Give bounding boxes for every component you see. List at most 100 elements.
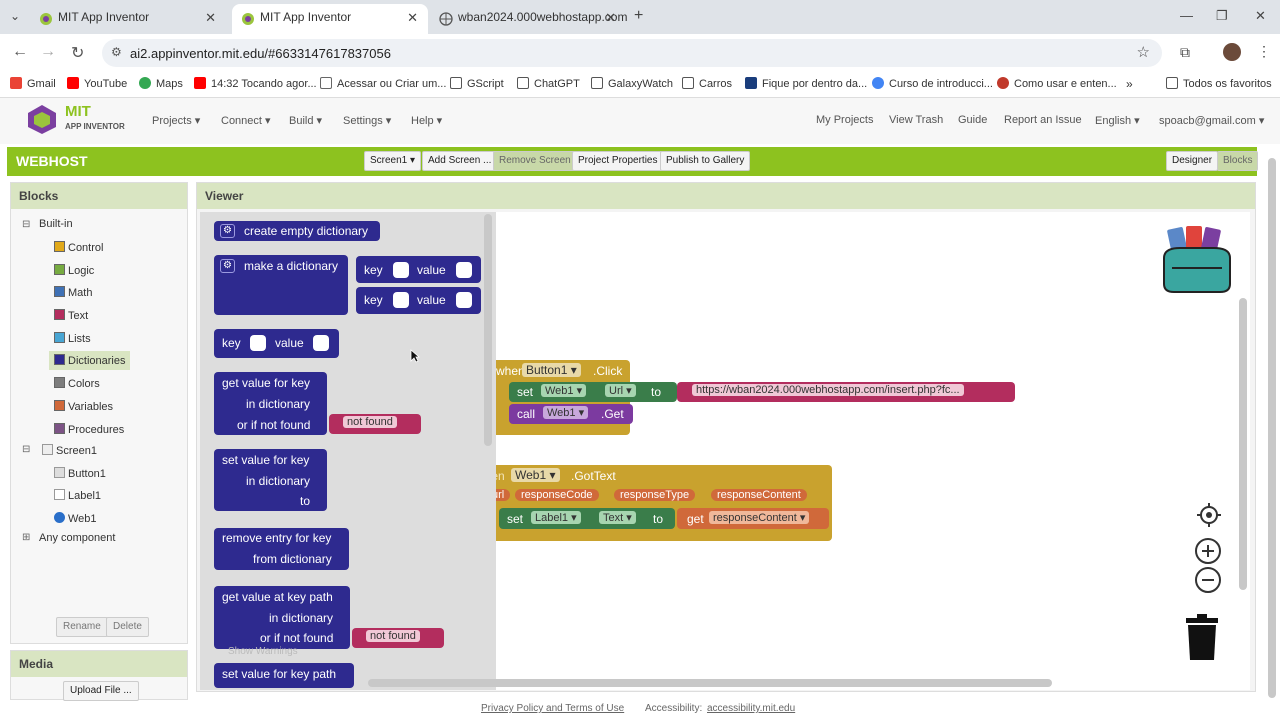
project-properties-button[interactable]: Project Properties (572, 151, 664, 171)
more-bookmarks-icon[interactable]: » (1126, 77, 1133, 91)
tree-label1[interactable]: Label1 (54, 489, 101, 502)
key-input-socket[interactable] (250, 335, 266, 351)
param-response-type[interactable]: responseType (614, 489, 696, 501)
url-property-dropdown[interactable]: Url ▾ (605, 384, 636, 397)
key-input-socket[interactable] (393, 262, 409, 278)
tree-item-logic[interactable]: Logic (54, 264, 94, 277)
remove-screen-button[interactable]: Remove Screen (493, 151, 577, 171)
collapse-toggle-icon[interactable]: ⊟ (22, 444, 30, 455)
workspace-vertical-scrollbar[interactable] (1239, 298, 1247, 590)
web1-dropdown[interactable]: Web1 ▾ (541, 384, 587, 397)
tab-2[interactable]: MIT App Inventor ✕ (232, 4, 428, 34)
tree-any-component[interactable]: Any component (39, 532, 115, 544)
tree-item-procedures[interactable]: Procedures (54, 423, 124, 436)
tree-item-text[interactable]: Text (54, 309, 88, 322)
menu-help[interactable]: Help ▾ (411, 114, 442, 127)
set-label1-text-block[interactable] (499, 508, 675, 529)
tree-item-dictionaries[interactable]: Dictionaries (49, 351, 131, 370)
menu-connect[interactable]: Connect ▾ (221, 114, 271, 127)
text-property-dropdown[interactable]: Text ▾ (599, 511, 636, 524)
recenter-icon[interactable] (1196, 502, 1222, 528)
add-screen-button[interactable]: Add Screen ... (422, 151, 498, 171)
tree-screen1[interactable]: Screen1 (42, 444, 97, 457)
tree-button1[interactable]: Button1 (54, 467, 106, 480)
all-bookmarks[interactable]: Todos os favoritos (1166, 77, 1272, 90)
screen-select[interactable]: Screen1 ▾ (364, 151, 422, 171)
delete-button[interactable]: Delete (106, 617, 149, 637)
tree-item-colors[interactable]: Colors (54, 377, 100, 390)
designer-button[interactable]: Designer (1166, 151, 1219, 171)
button1-dropdown[interactable]: Button1 ▾ (522, 363, 581, 377)
close-tab-icon[interactable]: ✕ (205, 4, 216, 31)
account-menu[interactable]: spoacb@gmail.com ▾ (1159, 114, 1264, 127)
new-tab-icon[interactable]: + (634, 7, 643, 25)
profile-avatar[interactable] (1223, 43, 1241, 61)
flyout-scrollbar[interactable] (484, 214, 492, 446)
back-icon[interactable]: ← (12, 43, 28, 61)
page-scrollbar[interactable] (1268, 158, 1276, 698)
tree-builtin[interactable]: Built-in (39, 218, 73, 230)
link-view-trash[interactable]: View Trash (889, 114, 943, 126)
not-found-text-value[interactable]: not found (343, 416, 397, 428)
accessibility-link[interactable]: accessibility.mit.edu (707, 703, 795, 714)
tab-1[interactable]: MIT App Inventor ✕ (30, 4, 226, 34)
tree-item-math[interactable]: Math (54, 286, 92, 299)
bookmark-google[interactable]: Curso de introducci... (872, 77, 993, 90)
menu-projects[interactable]: Projects ▾ (152, 114, 200, 127)
bookmark-youtube[interactable]: YouTube (67, 77, 127, 90)
site-info-icon[interactable]: ⚙ (111, 45, 122, 59)
expand-toggle-icon[interactable]: ⊞ (22, 532, 30, 543)
publish-gallery-button[interactable]: Publish to Gallery (660, 151, 751, 171)
value-input-socket[interactable] (456, 292, 472, 308)
language-select[interactable]: English ▾ (1095, 114, 1140, 127)
backpack-icon[interactable] (1160, 224, 1234, 294)
zoom-out-icon[interactable] (1194, 566, 1222, 594)
gear-icon[interactable]: ⚙ (220, 259, 235, 273)
reload-icon[interactable]: ↻ (71, 43, 84, 63)
web1-event-dropdown[interactable]: Web1 ▾ (511, 468, 560, 482)
omnibox[interactable]: ⚙ ai2.appinventor.mit.edu/#6633147617837… (102, 39, 1162, 67)
more-menu-icon[interactable]: ⋮ (1257, 43, 1271, 60)
rename-button[interactable]: Rename (56, 617, 108, 637)
show-warnings-button[interactable]: Show Warnings (228, 646, 298, 657)
restore-icon[interactable]: ❐ (1216, 8, 1228, 24)
bookmark-folder-galaxywatch[interactable]: GalaxyWatch (591, 77, 673, 90)
trash-icon[interactable] (1184, 614, 1220, 662)
tab-3[interactable]: wban2024.000webhostapp.com ✕ (430, 4, 627, 34)
key-input-socket[interactable] (393, 292, 409, 308)
bookmark-como-usar[interactable]: Como usar e enten... (997, 77, 1117, 90)
close-tab-icon[interactable]: ✕ (407, 4, 418, 31)
tree-item-lists[interactable]: Lists (54, 332, 91, 345)
tree-item-control[interactable]: Control (54, 241, 103, 254)
extensions-icon[interactable]: ⧉ (1180, 44, 1190, 61)
collapse-toggle-icon[interactable]: ⊟ (22, 219, 30, 230)
link-my-projects[interactable]: My Projects (816, 114, 873, 126)
bookmark-folder-carros[interactable]: Carros (682, 77, 732, 90)
bookmark-maps[interactable]: Maps (139, 77, 183, 90)
gear-icon[interactable]: ⚙ (220, 224, 235, 238)
bookmark-news[interactable]: Fique por dentro da... (745, 77, 867, 90)
zoom-in-icon[interactable] (1194, 537, 1222, 565)
value-input-socket[interactable] (456, 262, 472, 278)
not-found-text-value[interactable]: not found (366, 630, 420, 642)
link-guide[interactable]: Guide (958, 114, 987, 126)
bookmark-star-icon[interactable]: ☆ (1137, 43, 1150, 61)
tree-item-variables[interactable]: Variables (54, 400, 113, 413)
bookmark-folder-gscript[interactable]: GScript (450, 77, 504, 90)
blocks-button[interactable]: Blocks (1217, 151, 1259, 171)
close-window-icon[interactable]: ✕ (1255, 8, 1266, 24)
link-report-issue[interactable]: Report an Issue (1004, 114, 1082, 126)
label1-dropdown[interactable]: Label1 ▾ (531, 511, 581, 524)
value-input-socket[interactable] (313, 335, 329, 351)
param-response-content[interactable]: responseContent (711, 489, 807, 501)
url-text[interactable]: ai2.appinventor.mit.edu/#663314761783705… (130, 46, 391, 61)
bookmark-youtube-video[interactable]: 14:32 Tocando agor... (194, 77, 317, 90)
web1-call-dropdown[interactable]: Web1 ▾ (543, 406, 589, 419)
privacy-policy-link[interactable]: Privacy Policy and Terms of Use (481, 703, 624, 714)
menu-settings[interactable]: Settings ▾ (343, 114, 391, 127)
response-content-dropdown[interactable]: responseContent ▾ (709, 511, 810, 524)
close-tab-icon[interactable]: ✕ (605, 4, 616, 31)
forward-icon[interactable]: → (40, 43, 56, 61)
upload-file-button[interactable]: Upload File ... (63, 681, 139, 701)
bookmark-gmail[interactable]: Gmail (10, 77, 56, 90)
